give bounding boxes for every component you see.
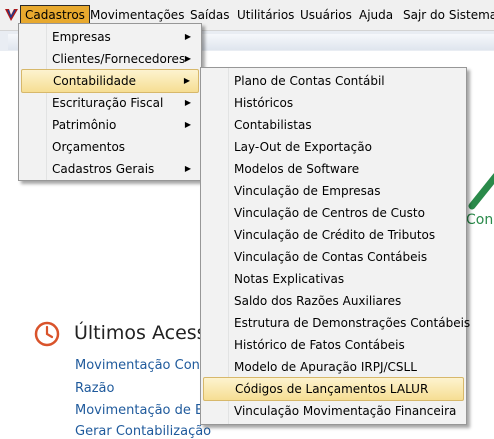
menu-item-escrituracao-fiscal[interactable]: Escrituração Fiscal ▶	[21, 92, 199, 114]
submenu-arrow-icon: ▶	[183, 76, 190, 85]
clock-icon	[34, 321, 60, 347]
menu-item-label: Contabilidade	[53, 74, 136, 88]
menu-cadastros[interactable]: Cadastros	[20, 5, 90, 25]
menu-item-historico-fatos[interactable]: Histórico de Fatos Contábeis	[203, 334, 464, 356]
menu-item-contabilistas[interactable]: Contabilistas	[203, 114, 464, 136]
recent-link[interactable]: Movimentação de Ber	[75, 403, 217, 418]
menu-item-modelos-software[interactable]: Modelos de Software	[203, 158, 464, 180]
cadastros-dropdown: Empresas ▶ Clientes/Fornecedores ▶ Conta…	[18, 23, 202, 181]
app-logo-icon[interactable]	[3, 7, 20, 24]
menu-item-label: Orçamentos	[52, 140, 126, 154]
menu-item-vinculacao-movimentacao[interactable]: Vinculação Movimentação Financeira	[203, 400, 464, 422]
menu-movimentacoes[interactable]: Movimentações	[86, 6, 188, 24]
menu-item-vinculacao-contas-contabeis[interactable]: Vinculação de Contas Contábeis	[203, 246, 464, 268]
background-partial-word: Con	[466, 212, 494, 228]
menu-item-label: Cadastros Gerais	[52, 162, 155, 176]
menu-item-label: Escrituração Fiscal	[52, 96, 164, 110]
menu-item-clientes-fornecedores[interactable]: Clientes/Fornecedores ▶	[21, 48, 199, 70]
menu-item-label: Patrimônio	[52, 118, 117, 132]
submenu-arrow-icon: ▶	[184, 120, 191, 129]
contabilidade-submenu: Plano de Contas Contábil Históricos Cont…	[200, 67, 470, 425]
menu-item-notas-explicativas[interactable]: Notas Explicativas	[203, 268, 464, 290]
menu-utilitarios[interactable]: Utilitários	[233, 6, 298, 24]
menu-item-vinculacao-empresas[interactable]: Vinculação de Empresas	[203, 180, 464, 202]
recent-access-title: Últimos Acesso	[74, 322, 219, 344]
menu-usuarios[interactable]: Usuários	[296, 6, 356, 24]
menu-item-cadastros-gerais[interactable]: Cadastros Gerais ▶	[21, 158, 199, 180]
menu-sair[interactable]: Sajr do Sistema	[399, 6, 494, 24]
menu-saidas[interactable]: Saídas	[186, 6, 234, 24]
submenu-arrow-icon: ▶	[184, 54, 191, 63]
submenu-arrow-icon: ▶	[184, 164, 191, 173]
menu-item-patrimonio[interactable]: Patrimônio ▶	[21, 114, 199, 136]
menu-item-label: Clientes/Fornecedores	[52, 52, 186, 66]
menu-item-vinculacao-centros-custo[interactable]: Vinculação de Centros de Custo	[203, 202, 464, 224]
menu-item-codigos-lalur[interactable]: Códigos de Lançamentos LALUR	[203, 377, 464, 401]
submenu-arrow-icon: ▶	[184, 98, 191, 107]
menu-item-estrutura-demonstracoes[interactable]: Estrutura de Demonstrações Contábeis	[203, 312, 470, 334]
menu-item-contabilidade[interactable]: Contabilidade ▶	[21, 69, 199, 93]
menu-item-modelo-apuracao[interactable]: Modelo de Apuração IRPJ/CSLL	[203, 356, 464, 378]
menu-item-vinculacao-credito-tributos[interactable]: Vinculação de Crédito de Tributos	[203, 224, 464, 246]
menu-item-historicos[interactable]: Históricos	[203, 92, 464, 114]
recent-link[interactable]: Gerar Contabilização	[75, 424, 211, 439]
menu-item-layout-exportacao[interactable]: Lay-Out de Exportação	[203, 136, 464, 158]
menu-item-label: Empresas	[52, 30, 111, 44]
menu-ajuda[interactable]: Ajuda	[355, 6, 397, 24]
menu-item-plano-de-contas[interactable]: Plano de Contas Contábil	[203, 70, 464, 92]
recent-link[interactable]: Razão	[75, 381, 114, 396]
menu-item-empresas[interactable]: Empresas ▶	[21, 26, 199, 48]
menu-item-saldo-razoes[interactable]: Saldo dos Razões Auxiliares	[203, 290, 464, 312]
menu-item-orcamentos[interactable]: Orçamentos	[21, 136, 199, 158]
submenu-arrow-icon: ▶	[184, 32, 191, 41]
